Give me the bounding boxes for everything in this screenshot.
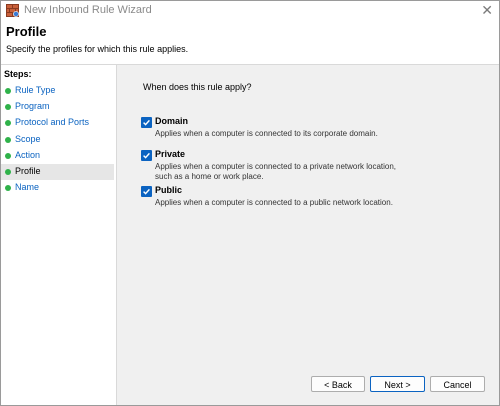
sidebar-item-label: Program bbox=[15, 101, 50, 111]
check-icon bbox=[143, 119, 150, 126]
sidebar-item-label: Protocol and Ports bbox=[15, 117, 90, 127]
steps-sidebar: Steps: Rule Type Program Protocol and Po… bbox=[1, 65, 117, 405]
check-icon bbox=[143, 152, 150, 159]
step-dot-icon bbox=[5, 104, 11, 110]
next-button[interactable]: Next > bbox=[370, 376, 425, 392]
sidebar-item-action[interactable]: Action bbox=[1, 148, 114, 164]
window-title: New Inbound Rule Wizard bbox=[24, 4, 152, 16]
domain-checkbox[interactable] bbox=[141, 117, 152, 128]
public-checkbox[interactable] bbox=[141, 186, 152, 197]
sidebar-item-label: Scope bbox=[15, 134, 41, 144]
step-dot-icon bbox=[5, 169, 11, 175]
wizard-window: New Inbound Rule Wizard ✕ Profile Specif… bbox=[0, 0, 500, 406]
step-dot-icon bbox=[5, 88, 11, 94]
main-content: When does this rule apply? Domain Applie… bbox=[117, 65, 499, 405]
step-dot-icon bbox=[5, 153, 11, 159]
step-dot-icon bbox=[5, 185, 11, 191]
public-label[interactable]: Public bbox=[155, 185, 182, 195]
domain-label[interactable]: Domain bbox=[155, 116, 188, 126]
sidebar-item-name[interactable]: Name bbox=[1, 180, 114, 196]
firewall-icon bbox=[6, 4, 19, 17]
private-description: Applies when a computer is connected to … bbox=[155, 162, 397, 181]
private-label[interactable]: Private bbox=[155, 149, 185, 159]
sidebar-item-program[interactable]: Program bbox=[1, 99, 114, 115]
page-title: Profile bbox=[6, 24, 47, 39]
title-bar: New Inbound Rule Wizard ✕ bbox=[1, 1, 499, 20]
close-icon[interactable]: ✕ bbox=[481, 1, 493, 19]
sidebar-item-label: Rule Type bbox=[15, 85, 56, 95]
public-description: Applies when a computer is connected to … bbox=[155, 198, 393, 207]
private-checkbox[interactable] bbox=[141, 150, 152, 161]
sidebar-item-protocol-and-ports[interactable]: Protocol and Ports bbox=[1, 115, 114, 131]
check-icon bbox=[143, 188, 150, 195]
domain-description: Applies when a computer is connected to … bbox=[155, 129, 378, 138]
step-dot-icon bbox=[5, 120, 11, 126]
cancel-button[interactable]: Cancel bbox=[430, 376, 485, 392]
page-header: Profile Specify the profiles for which t… bbox=[1, 20, 499, 65]
sidebar-item-label: Profile bbox=[15, 166, 41, 176]
sidebar-item-label: Action bbox=[15, 150, 41, 160]
steps-title: Steps: bbox=[4, 69, 32, 79]
sidebar-item-profile[interactable]: Profile bbox=[1, 164, 114, 180]
back-button[interactable]: < Back bbox=[311, 376, 365, 392]
sidebar-item-rule-type[interactable]: Rule Type bbox=[1, 83, 114, 99]
question-label: When does this rule apply? bbox=[143, 82, 252, 92]
sidebar-item-scope[interactable]: Scope bbox=[1, 132, 114, 148]
step-dot-icon bbox=[5, 137, 11, 143]
page-subtitle: Specify the profiles for which this rule… bbox=[6, 44, 189, 54]
sidebar-item-label: Name bbox=[15, 182, 40, 192]
